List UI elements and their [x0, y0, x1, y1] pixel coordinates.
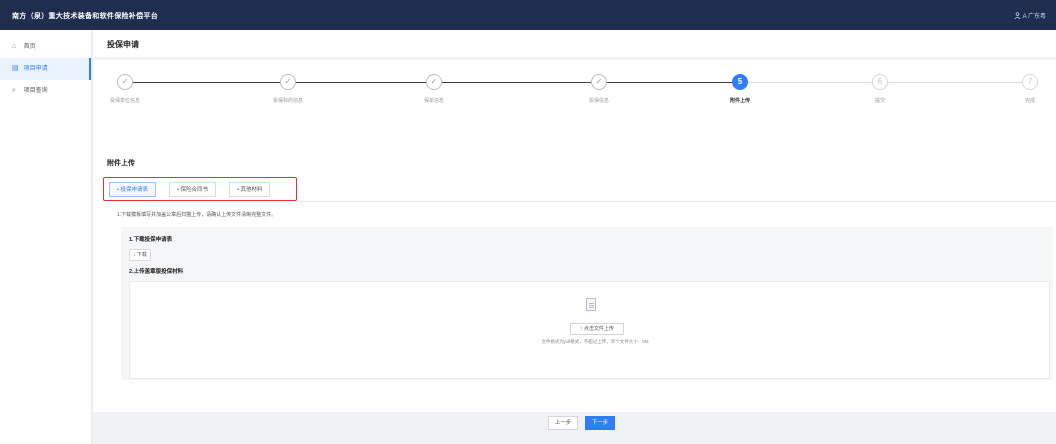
check-icon: ✓	[280, 74, 296, 90]
step-number: 7	[1022, 74, 1038, 90]
upload-hint: 文件格式为pdf格式，不超过上传，单个文件大小：5M	[541, 339, 649, 344]
step-label: 投保单位信息	[109, 98, 140, 104]
step-3: ✓ 保单信息	[394, 66, 474, 104]
step-label: 保单信息	[423, 98, 444, 104]
upload-area: 1.下载投保申请表 ↓ 下载 2.上传盖章版投保材料 ↑ 点击文件上传 文件格式…	[121, 227, 1053, 380]
tab-other-materials[interactable]: • 其他材料	[229, 182, 271, 197]
step-label: 投保信息	[588, 98, 609, 104]
main-content: 投保申请 ✓ 投保单位信息 ✓ 投保标的信息 ✓ 保单信息 ✓ 投保信息 5 附…	[93, 30, 1056, 444]
check-icon: ✓	[426, 74, 442, 90]
prev-step-button[interactable]: 上一步	[548, 416, 578, 430]
page-title: 投保申请	[107, 40, 139, 49]
step-label: 投保标的信息	[272, 98, 303, 104]
search-icon: ⌕	[12, 87, 16, 94]
upload-section-title: 2.上传盖章版投保材料	[129, 269, 184, 275]
sidebar-item-label: 项目查询	[23, 88, 48, 94]
step-4: ✓ 投保信息	[559, 66, 639, 104]
step-6: 6 提交	[840, 66, 920, 104]
step-number: 5	[732, 74, 748, 90]
file-icon: ▤	[12, 65, 19, 72]
sidebar-item-label: 首页	[23, 44, 36, 50]
check-icon: ✓	[591, 74, 607, 90]
document-icon	[586, 298, 596, 311]
steps-bar: ✓ 投保单位信息 ✓ 投保标的信息 ✓ 保单信息 ✓ 投保信息 5 附件上传 6…	[93, 66, 1056, 126]
step-label: 附件上传	[729, 98, 750, 104]
step-label: 完成	[1024, 98, 1035, 104]
form-footer: 上一步 下一步	[93, 416, 1056, 444]
upload-dropzone[interactable]: ↑ 点击文件上传 文件格式为pdf格式，不超过上传，单个文件大小：5M	[129, 281, 1050, 379]
section-title: 附件上传	[107, 160, 135, 167]
user-icon	[1014, 12, 1021, 19]
tab-divider	[297, 201, 1056, 202]
home-icon: ⌂	[12, 43, 17, 50]
user-menu[interactable]: A 广东粤	[1014, 11, 1046, 20]
sidebar-item-home[interactable]: ⌂ 首页	[0, 36, 91, 58]
step-label: 提交	[874, 98, 885, 104]
top-bar: 南方（泉）重大技术装备和软件保险补偿平台 A 广东粤	[0, 0, 1056, 30]
attachment-tabs: • 投保申请表 • 保险合同书 • 其他材料	[103, 177, 297, 201]
tab-application-form[interactable]: • 投保申请表	[109, 182, 156, 197]
tab-insurance-contract[interactable]: • 保险合同书	[169, 182, 216, 197]
step-7: 7 完成	[990, 66, 1056, 104]
next-step-button[interactable]: 下一步	[585, 416, 615, 430]
sidebar-item-project-query[interactable]: ⌕ 项目查询	[0, 80, 91, 102]
step-number: 6	[872, 74, 888, 90]
step-2: ✓ 投保标的信息	[248, 66, 328, 104]
user-name: A 广东粤	[1022, 14, 1046, 20]
download-button[interactable]: ↓ 下载	[129, 249, 151, 261]
app-title: 南方（泉）重大技术装备和软件保险补偿平台	[12, 13, 158, 20]
sidebar-item-label: 项目申请	[23, 66, 48, 72]
sidebar-item-project-apply[interactable]: ▤ 项目申请	[0, 58, 91, 80]
form-panel: ✓ 投保单位信息 ✓ 投保标的信息 ✓ 保单信息 ✓ 投保信息 5 附件上传 6…	[93, 60, 1056, 412]
upload-tip: 1.下载模板填写并加盖公章后扫描上传，请确认上传文件清晰完整文件。	[117, 212, 277, 218]
page-header: 投保申请	[93, 30, 1056, 58]
upload-file-button[interactable]: ↑ 点击文件上传	[570, 323, 624, 335]
check-icon: ✓	[117, 74, 133, 90]
step-1: ✓ 投保单位信息	[85, 66, 165, 104]
sidebar: ⌂ 首页 ▤ 项目申请 ⌕ 项目查询	[0, 30, 92, 444]
download-section-title: 1.下载投保申请表	[129, 237, 173, 243]
step-5: 5 附件上传	[700, 66, 780, 104]
